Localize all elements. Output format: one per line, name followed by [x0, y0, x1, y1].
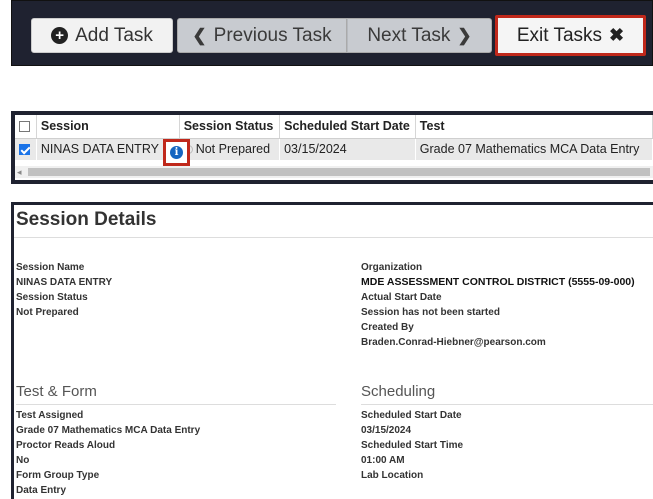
column-header-scheduled-start-date[interactable]: Scheduled Start Date [279, 115, 416, 139]
scheduled-start-time-label: Scheduled Start Time [361, 440, 464, 451]
session-details-title: Session Details [14, 205, 653, 238]
session-status-label: Session Status [16, 292, 88, 303]
form-group-type-value: Data Entry [16, 485, 67, 496]
scheduled-start-date-cell: 03/15/2024 [279, 138, 416, 160]
session-table-panel: Session Session Status Scheduled Start D… [11, 111, 653, 184]
session-name-label: Session Name [16, 262, 85, 273]
table-header-row: Session Session Status Scheduled Start D… [15, 115, 653, 139]
exit-tasks-label: Exit Tasks [516, 24, 603, 46]
lab-location-label: Lab Location [361, 470, 424, 481]
session-info-right: Organization MDE ASSESSMENT CONTROL DIST… [361, 260, 635, 350]
test-form-section: Test Assigned Grade 07 Mathematics MCA D… [16, 408, 200, 498]
scheduling-heading: Scheduling [361, 383, 436, 400]
scroll-left-arrow-icon[interactable]: ◂ [17, 166, 22, 178]
scheduled-start-date-value: 03/15/2024 [361, 425, 412, 436]
select-all-checkbox[interactable] [19, 121, 30, 133]
exit-tasks-button[interactable]: Exit Tasks ✖ [495, 15, 646, 56]
row-checkbox[interactable] [19, 144, 30, 156]
scheduled-start-date-label: Scheduled Start Date [361, 410, 462, 421]
test-form-divider [16, 404, 336, 405]
test-assigned-value: Grade 07 Mathematics MCA Data Entry [16, 425, 201, 436]
table-row[interactable]: NINAS DATA ENTRY Not Prepared 03/15/2024… [15, 138, 653, 160]
test-form-heading: Test & Form [16, 383, 97, 400]
created-by-label: Created By [361, 322, 414, 333]
session-name-cell[interactable]: NINAS DATA ENTRY [36, 138, 180, 160]
add-task-button[interactable]: + Add Task [31, 18, 173, 53]
session-status-detail-value: Not Prepared [16, 307, 79, 318]
created-by-value: Braden.Conrad-Hiebner@pearson.com [361, 337, 546, 348]
task-toolbar: + Add Task ❮ Previous Task Next Task ❯ E… [11, 0, 653, 66]
test-assigned-label: Test Assigned [16, 410, 84, 421]
session-status-value: Not Prepared [195, 142, 271, 157]
scheduling-divider [361, 404, 653, 405]
previous-task-label: Previous Task [213, 24, 332, 46]
session-status-cell: Not Prepared [179, 138, 281, 160]
info-icon: i [170, 146, 183, 159]
scheduling-section: Scheduled Start Date 03/15/2024 Schedule… [361, 408, 463, 483]
scrollbar-thumb[interactable] [28, 168, 650, 176]
column-header-session-status[interactable]: Session Status [179, 115, 281, 139]
close-icon: ✖ [609, 25, 625, 45]
column-header-session[interactable]: Session [36, 115, 180, 139]
next-task-button[interactable]: Next Task ❯ [347, 18, 492, 53]
test-cell: Grade 07 Mathematics MCA Data Entry [415, 138, 653, 160]
scheduled-start-time-value: 01:00 AM [361, 455, 405, 466]
horizontal-scrollbar[interactable]: ◂ [15, 166, 653, 178]
plus-circle-icon: + [51, 27, 69, 44]
session-table: Session Session Status Scheduled Start D… [15, 115, 653, 160]
next-task-label: Next Task [367, 24, 451, 46]
select-all-cell[interactable] [15, 115, 37, 139]
proctor-reads-aloud-label: Proctor Reads Aloud [16, 440, 116, 451]
session-details-panel: Session Details Session Name NINAS DATA … [11, 202, 653, 499]
session-info-left: Session Name NINAS DATA ENTRY Session St… [16, 260, 112, 320]
previous-task-button[interactable]: ❮ Previous Task [177, 18, 347, 53]
organization-value: MDE ASSESSMENT CONTROL DISTRICT (5555-09… [361, 276, 635, 288]
actual-start-date-label: Actual Start Date [361, 292, 442, 303]
add-task-label: Add Task [75, 24, 153, 46]
chevron-right-icon: ❯ [457, 25, 472, 45]
session-name-value: NINAS DATA ENTRY [16, 277, 113, 288]
proctor-reads-aloud-value: No [16, 455, 30, 466]
organization-label: Organization [361, 262, 423, 273]
actual-start-date-value: Session has not been started [361, 307, 500, 318]
chevron-left-icon: ❮ [192, 25, 207, 45]
session-info-button[interactable]: i [163, 139, 190, 166]
column-header-test[interactable]: Test [415, 115, 653, 139]
row-select-cell[interactable] [15, 138, 37, 160]
form-group-type-label: Form Group Type [16, 470, 100, 481]
